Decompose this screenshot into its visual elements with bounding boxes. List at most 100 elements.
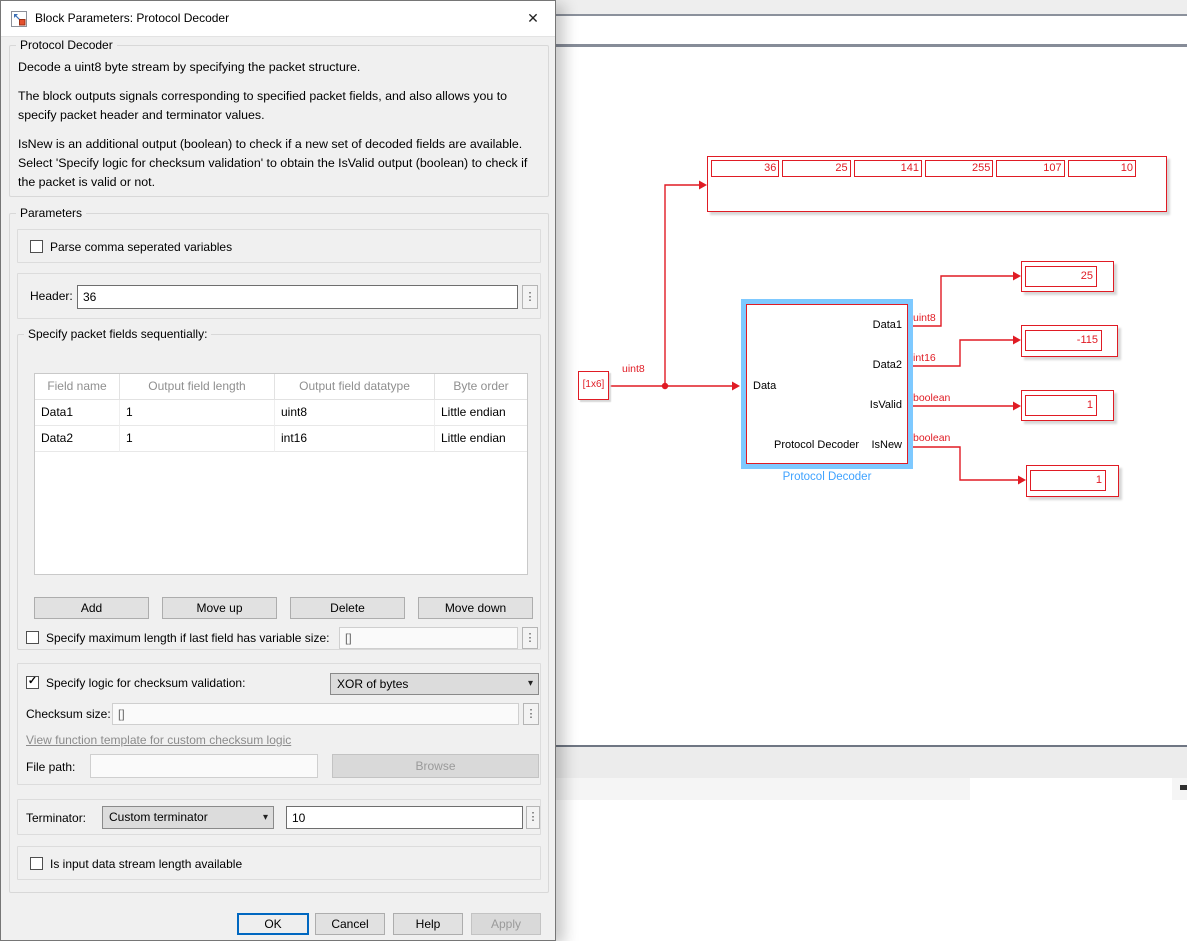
display-block-data1[interactable]: 25 (1021, 261, 1114, 292)
column-header: Output field length (120, 374, 275, 400)
header-expand-button[interactable]: ⋮ (522, 285, 538, 309)
port-data: Data (753, 380, 776, 392)
source-block-1x6[interactable]: [1x6] (578, 371, 609, 400)
checksum-template-link[interactable]: View function template for custom checks… (26, 733, 291, 747)
display-value: 255 (925, 160, 993, 177)
parse-csv-checkbox[interactable] (30, 240, 43, 253)
max-length-checkbox[interactable] (26, 631, 39, 644)
table-row[interactable]: Data2 1 int16 Little endian (35, 426, 527, 452)
protocol-decoder-body: Data Data1 Data2 IsValid IsNew Protocol … (746, 304, 908, 464)
terminator-label: Terminator: (26, 811, 86, 825)
max-length-expand-button[interactable]: ⋮ (522, 627, 538, 649)
checksum-size-expand-button[interactable]: ⋮ (523, 703, 539, 725)
display-value: 1 (1030, 470, 1106, 491)
signal-label-int16: int16 (913, 352, 936, 364)
header-input[interactable] (77, 285, 518, 309)
simulink-editor: 36 25 141 255 107 10 [1x6] uint8 Data Da… (556, 0, 1187, 941)
display-value: 107 (996, 160, 1064, 177)
display-value: 1 (1025, 395, 1097, 416)
decoder-block-name[interactable]: Protocol Decoder (741, 471, 913, 483)
display-block-isvalid[interactable]: 1 (1021, 390, 1114, 421)
cell-field-datatype[interactable]: int16 (275, 426, 435, 452)
apply-button[interactable]: Apply (471, 913, 541, 935)
display-value: 10 (1068, 160, 1136, 177)
description-group-title: Protocol Decoder (16, 38, 117, 52)
display-value: 25 (1025, 266, 1097, 287)
display-value: 36 (711, 160, 779, 177)
cancel-button[interactable]: Cancel (315, 913, 385, 935)
packet-fields-group-title: Specify packet fields sequentially: (24, 327, 211, 341)
port-isvalid: IsValid (870, 399, 902, 411)
terminator-mode-dropdown[interactable]: Custom terminator ▾ (102, 806, 274, 829)
display-value: 141 (854, 160, 922, 177)
display-block-packet[interactable]: 36 25 141 255 107 10 (707, 156, 1167, 212)
port-data2: Data2 (873, 359, 902, 371)
chevron-down-icon: ▾ (263, 807, 268, 828)
protocol-decoder-block[interactable]: Data Data1 Data2 IsValid IsNew Protocol … (741, 299, 913, 469)
display-block-isnew[interactable]: 1 (1026, 465, 1119, 497)
stream-length-checkbox[interactable] (30, 857, 43, 870)
ok-button[interactable]: OK (237, 913, 309, 935)
port-data1: Data1 (873, 319, 902, 331)
move-down-button[interactable]: Move down (418, 597, 533, 619)
decoder-inner-title: Protocol Decoder (774, 439, 859, 451)
column-header: Output field datatype (275, 374, 435, 400)
max-length-label: Specify maximum length if last field has… (46, 631, 329, 645)
delete-button[interactable]: Delete (290, 597, 405, 619)
block-description: Decode a uint8 byte stream by specifying… (18, 58, 540, 202)
cell-field-name[interactable]: Data2 (35, 426, 120, 452)
dialog-titlebar[interactable]: Block Parameters: Protocol Decoder ✕ (1, 1, 555, 37)
column-header: Field name (35, 374, 120, 400)
move-up-button[interactable]: Move up (162, 597, 277, 619)
terminator-row: Terminator: Custom terminator ▾ ⋮ (17, 799, 541, 835)
display-value: -115 (1025, 330, 1102, 351)
checksum-section: ✓ Specify logic for checksum validation:… (17, 663, 541, 785)
help-button[interactable]: Help (393, 913, 463, 935)
checksum-enable-label: Specify logic for checksum validation: (46, 676, 245, 690)
cell-byte-order[interactable]: Little endian (435, 426, 527, 452)
description-line: Decode a uint8 byte stream by specifying… (18, 58, 540, 77)
checksum-size-input[interactable] (112, 703, 519, 725)
table-row[interactable]: Data1 1 uint8 Little endian (35, 400, 527, 426)
header-label: Header: (30, 289, 73, 303)
add-button[interactable]: Add (34, 597, 149, 619)
terminator-input[interactable] (286, 806, 523, 829)
packet-fields-group: Specify packet fields sequentially: Fiel… (17, 334, 541, 650)
stream-length-row: Is input data stream length available (17, 846, 541, 880)
dialog-title: Block Parameters: Protocol Decoder (35, 11, 229, 25)
close-icon[interactable]: ✕ (523, 10, 543, 27)
signal-label-boolean2: boolean (913, 432, 950, 444)
checksum-checkbox[interactable]: ✓ (26, 676, 39, 689)
block-parameters-dialog: Block Parameters: Protocol Decoder ✕ Pro… (0, 0, 556, 941)
packet-fields-table[interactable]: Field name Output field length Output fi… (34, 373, 528, 575)
cell-field-datatype[interactable]: uint8 (275, 400, 435, 426)
checksum-logic-value: XOR of bytes (337, 677, 408, 691)
signal-label-uint8-out: uint8 (913, 312, 936, 324)
cell-byte-order[interactable]: Little endian (435, 400, 527, 426)
column-header: Byte order (435, 374, 527, 400)
header-row: Header: ⋮ (17, 273, 541, 319)
display-value: 25 (782, 160, 850, 177)
terminator-expand-button[interactable]: ⋮ (526, 806, 540, 829)
parameters-group-title: Parameters (16, 206, 86, 220)
signal-label-boolean1: boolean (913, 392, 950, 404)
cell-field-length[interactable]: 1 (120, 400, 275, 426)
block-parameters-icon (11, 11, 27, 27)
chevron-down-icon: ▾ (528, 674, 533, 694)
display-block-data2[interactable]: -115 (1021, 325, 1118, 357)
max-length-input[interactable] (339, 627, 518, 649)
port-isnew: IsNew (871, 439, 902, 451)
file-path-input[interactable] (90, 754, 318, 778)
cell-field-length[interactable]: 1 (120, 426, 275, 452)
description-line: The block outputs signals corresponding … (18, 87, 540, 125)
parse-csv-row: Parse comma seperated variables (17, 229, 541, 263)
description-line: IsNew is an additional output (boolean) … (18, 135, 540, 192)
checksum-logic-dropdown[interactable]: XOR of bytes ▾ (330, 673, 539, 695)
description-group: Protocol Decoder Decode a uint8 byte str… (9, 45, 549, 197)
terminator-mode-value: Custom terminator (109, 810, 208, 824)
stream-length-label: Is input data stream length available (50, 857, 242, 871)
checksum-size-label: Checksum size: (26, 707, 111, 721)
browse-button[interactable]: Browse (332, 754, 539, 778)
cell-field-name[interactable]: Data1 (35, 400, 120, 426)
parse-csv-label: Parse comma seperated variables (50, 240, 232, 254)
